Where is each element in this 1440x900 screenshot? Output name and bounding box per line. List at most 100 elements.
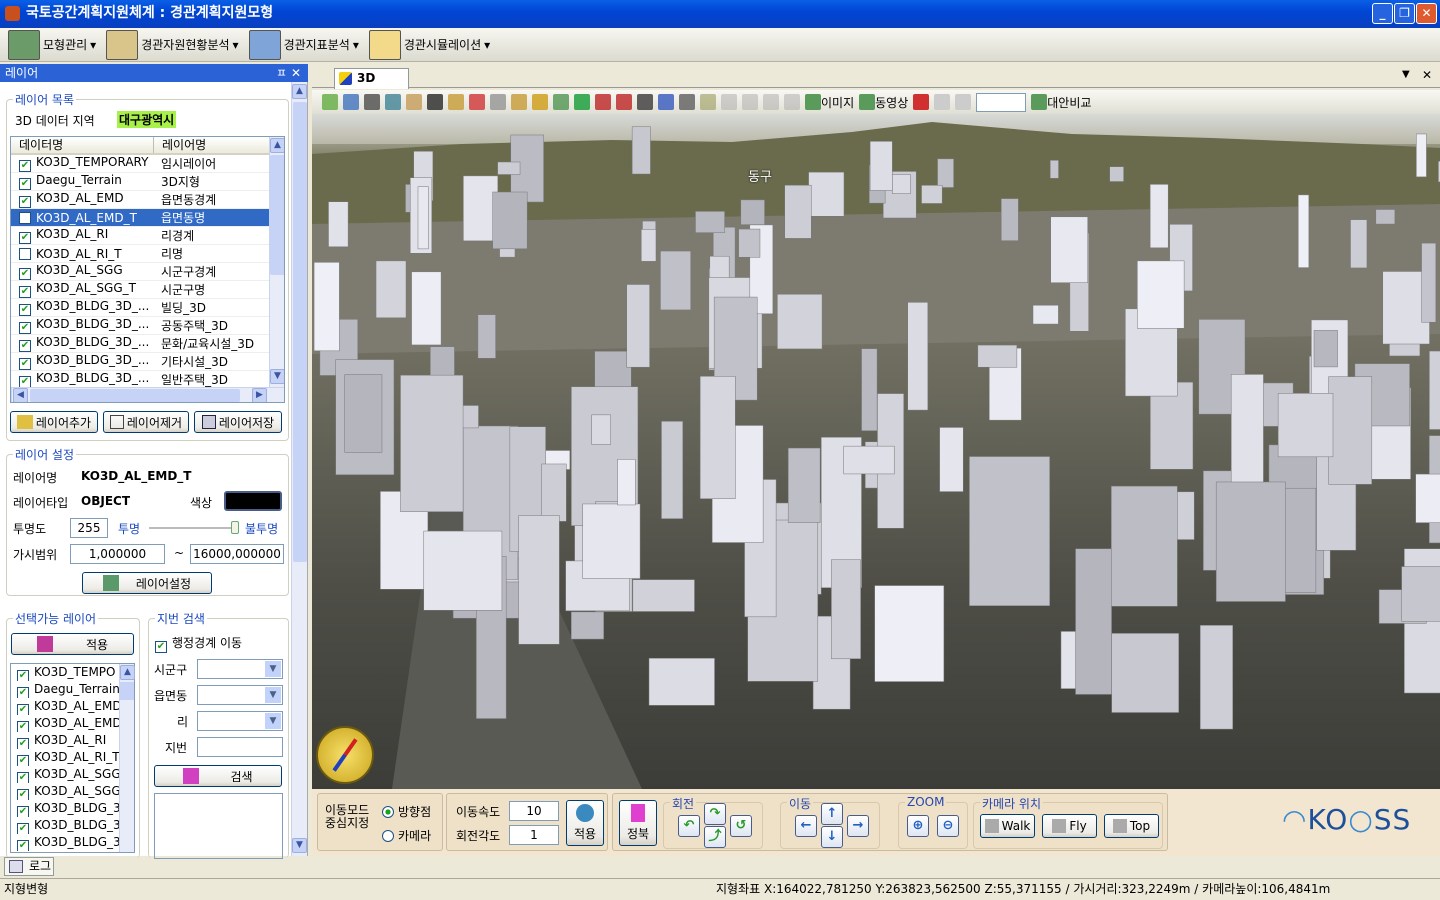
list-item[interactable]: ✔ KO3D_AL_EMD — [11, 715, 119, 732]
map-tool-icon[interactable] — [637, 94, 653, 110]
map-tool-icon[interactable] — [784, 94, 800, 110]
list-item[interactable]: ✔ Daegu_Terrain — [11, 681, 119, 698]
table-row[interactable]: KO3D_AL_EMD_T 읍면동명 — [11, 208, 269, 227]
column-header[interactable]: 데이터명 — [11, 137, 154, 153]
scroll-thumb[interactable] — [120, 682, 134, 700]
ri-select[interactable]: ▼ — [197, 711, 283, 731]
scroll-up-icon[interactable]: ▲ — [270, 138, 284, 153]
scroll-thumb[interactable] — [293, 102, 307, 562]
eupmyeondong-select[interactable]: ▼ — [197, 685, 283, 705]
table-row[interactable]: ✔ KO3D_BLDG_3D_... 빌딩_3D — [11, 298, 269, 317]
layer-checkbox[interactable]: ✔ — [17, 738, 29, 749]
rotate-up-icon[interactable]: ↷ — [704, 803, 726, 825]
map-tool-icon[interactable] — [385, 94, 401, 110]
layer-checkbox[interactable]: ✔ — [17, 670, 29, 681]
remove-layer-button[interactable]: 레이어제거 — [103, 411, 189, 433]
layer-checkbox[interactable]: ✔ — [17, 755, 29, 766]
panel-scrollbar[interactable]: ▲ ▼ — [291, 82, 307, 856]
speed-input[interactable]: 10 — [509, 801, 559, 821]
scroll-up-icon[interactable]: ▲ — [292, 84, 307, 99]
map-tool-icon[interactable] — [490, 94, 506, 110]
log-tab[interactable]: 로그 — [4, 857, 54, 876]
table-row[interactable]: ✔ KO3D_BLDG_3D_... 일반주택_3D — [11, 370, 269, 389]
list-item[interactable]: ✔ KO3D_AL_RI_T — [11, 749, 119, 766]
map-tool-icon[interactable] — [721, 94, 737, 110]
zoom-in-icon[interactable]: ⊕ — [907, 815, 929, 837]
tab-menu-icon[interactable]: ▼ — [1402, 69, 1410, 80]
minimize-button[interactable]: _ — [1372, 3, 1393, 24]
table-row[interactable]: ✔ KO3D_BLDG_3D_... 문화/교육시설_3D — [11, 334, 269, 353]
layer-checkbox[interactable]: ✔ — [19, 268, 31, 280]
map-tool-icon[interactable] — [574, 94, 590, 110]
layer-checkbox[interactable]: ✔ — [17, 687, 29, 698]
scroll-thumb[interactable] — [270, 155, 284, 275]
map-tool-icon[interactable] — [364, 94, 380, 110]
list-item[interactable]: ✔ KO3D_AL_RI — [11, 732, 119, 749]
map-tool-icon[interactable] — [322, 94, 338, 110]
layer-checkbox[interactable]: ✔ — [17, 721, 29, 732]
close-icon[interactable]: ✕ — [291, 64, 301, 82]
menu-landscape-resource-analysis[interactable]: 경관자원현황분석 ▾ — [106, 29, 242, 60]
layer-checkbox[interactable]: ✔ — [19, 196, 31, 208]
table-row[interactable]: ✔ Daegu_Terrain 3D지형 — [11, 172, 269, 191]
search-button[interactable]: 검색 — [154, 765, 282, 787]
table-row[interactable]: ✔ KO3D_AL_SGG_T 시군구명 — [11, 280, 269, 299]
list-item[interactable]: ✔ KO3D_BLDG_3 — [11, 834, 119, 851]
move-left-icon[interactable]: ← — [795, 815, 817, 837]
scroll-right-icon[interactable]: ▶ — [252, 388, 267, 402]
admin-move-checkbox[interactable]: ✔ 행정경계 이동 — [155, 634, 242, 653]
layer-checkbox[interactable]: ✔ — [19, 322, 31, 334]
rotate-down-icon[interactable]: ⤴ — [704, 826, 726, 848]
sigungu-select[interactable]: ▼ — [197, 659, 283, 679]
map-tool-icon[interactable] — [742, 94, 758, 110]
list-item[interactable]: ✔ KO3D_AL_EMD — [11, 698, 119, 715]
zoom-out-icon[interactable]: ⊖ — [937, 815, 959, 837]
search-results-list[interactable] — [154, 793, 283, 859]
close-button[interactable]: ✕ — [1416, 3, 1437, 24]
move-down-icon[interactable]: ↓ — [821, 826, 843, 848]
add-layer-button[interactable]: 레이어추가 — [10, 411, 98, 433]
map-tool-icon[interactable] — [448, 94, 464, 110]
table-row[interactable]: ✔ KO3D_TEMPORARY 임시레이어 — [11, 155, 269, 173]
record-control-icon[interactable] — [955, 94, 972, 110]
layer-checkbox[interactable]: ✔ — [17, 772, 29, 783]
map-tool-icon[interactable] — [553, 94, 569, 110]
camera-fly-button[interactable]: Fly — [1042, 814, 1097, 838]
restore-button[interactable]: ❐ — [1394, 3, 1415, 24]
layer-checkbox[interactable]: ✔ — [19, 304, 31, 316]
north-button[interactable]: 정북 — [619, 800, 657, 846]
record-control-icon[interactable] — [934, 94, 951, 110]
radio-direction-point[interactable]: 방향점 — [382, 803, 431, 820]
table-row[interactable]: KO3D_AL_RI_T 리명 — [11, 244, 269, 263]
layer-checkbox[interactable]: ✔ — [19, 358, 31, 370]
list-item[interactable]: ✔ KO3D_BLDG_3 — [11, 800, 119, 817]
move-right-icon[interactable]: → — [847, 815, 869, 837]
column-header[interactable]: 레이어명 — [154, 137, 269, 153]
table-row[interactable]: ✔ KO3D_AL_RI 리경계 — [11, 226, 269, 245]
menu-model-management[interactable]: 모형관리 ▾ — [8, 29, 100, 60]
map-tool-icon[interactable] — [343, 94, 359, 110]
scroll-down-icon[interactable]: ▼ — [270, 369, 284, 384]
map-tool-icon[interactable] — [406, 94, 422, 110]
apply-layer-settings-button[interactable]: 레이어설정 — [82, 572, 212, 594]
tab-3d-map[interactable]: 3D Map — [334, 68, 409, 104]
layer-checkbox[interactable]: ✔ — [17, 789, 29, 800]
table-row[interactable]: ✔ KO3D_AL_EMD 읍면동경계 — [11, 190, 269, 209]
list-item[interactable]: ✔ KO3D_AL_SGG — [11, 766, 119, 783]
table-row[interactable]: ✔ KO3D_BLDG_3D_... 기타시설_3D — [11, 352, 269, 371]
map-tool-icon[interactable] — [469, 94, 485, 110]
record-control-icon[interactable] — [913, 94, 930, 110]
table-vscroll[interactable]: ▲ ▼ — [269, 137, 284, 387]
layer-checkbox[interactable] — [19, 247, 31, 260]
map-tool-icon[interactable] — [427, 94, 443, 110]
image-capture-button[interactable]: 이미지 — [805, 93, 854, 111]
layer-checkbox[interactable] — [19, 211, 31, 224]
range-max-input[interactable]: 16000,000000 — [190, 544, 284, 564]
save-layer-button[interactable]: 레이어저장 — [194, 411, 282, 433]
color-swatch[interactable] — [224, 491, 282, 511]
list-item[interactable]: ✔ KO3D_AL_SGG — [11, 783, 119, 800]
layer-checkbox[interactable]: ✔ — [17, 704, 29, 715]
map-tool-icon[interactable] — [616, 94, 632, 110]
map-tool-icon[interactable] — [700, 94, 716, 110]
table-hscroll[interactable]: ◀ ▶ — [11, 387, 284, 402]
